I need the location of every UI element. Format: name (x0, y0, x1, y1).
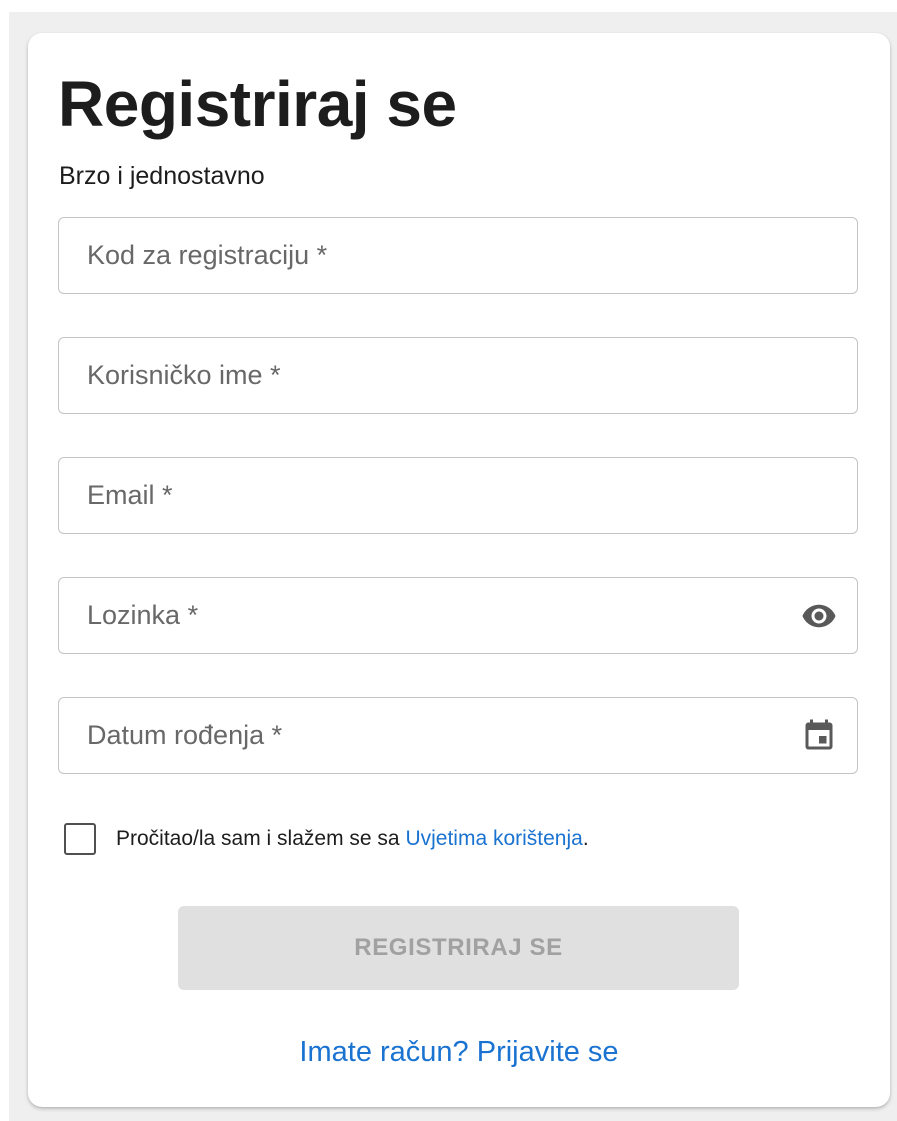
page-title: Registriraj se (58, 68, 457, 140)
birthdate-input[interactable] (59, 698, 857, 773)
terms-consent-label: Pročitao/la sam i slažem se sa Uvjetima … (116, 827, 589, 851)
registration-code-field[interactable] (58, 217, 858, 294)
username-field[interactable] (58, 337, 858, 414)
page-subtitle: Brzo i jednostavno (59, 162, 265, 190)
terms-checkbox[interactable] (64, 823, 96, 855)
password-input[interactable] (59, 578, 857, 653)
email-input[interactable] (59, 458, 857, 533)
password-field[interactable] (58, 577, 858, 654)
login-link[interactable]: Imate račun? Prijavite se (28, 1036, 890, 1069)
register-button[interactable]: REGISTRIRAJ SE (178, 906, 739, 990)
username-input[interactable] (59, 338, 857, 413)
eye-icon[interactable] (799, 596, 839, 636)
terms-consent-text: Pročitao/la sam i slažem se sa (116, 827, 406, 850)
birthdate-field[interactable] (58, 697, 858, 774)
email-field[interactable] (58, 457, 858, 534)
terms-consent-period: . (582, 827, 589, 850)
terms-consent: Pročitao/la sam i slažem se sa Uvjetima … (64, 823, 589, 855)
registration-code-input[interactable] (59, 218, 857, 293)
calendar-icon[interactable] (799, 716, 839, 756)
terms-link[interactable]: Uvjetima korištenja (405, 827, 582, 850)
